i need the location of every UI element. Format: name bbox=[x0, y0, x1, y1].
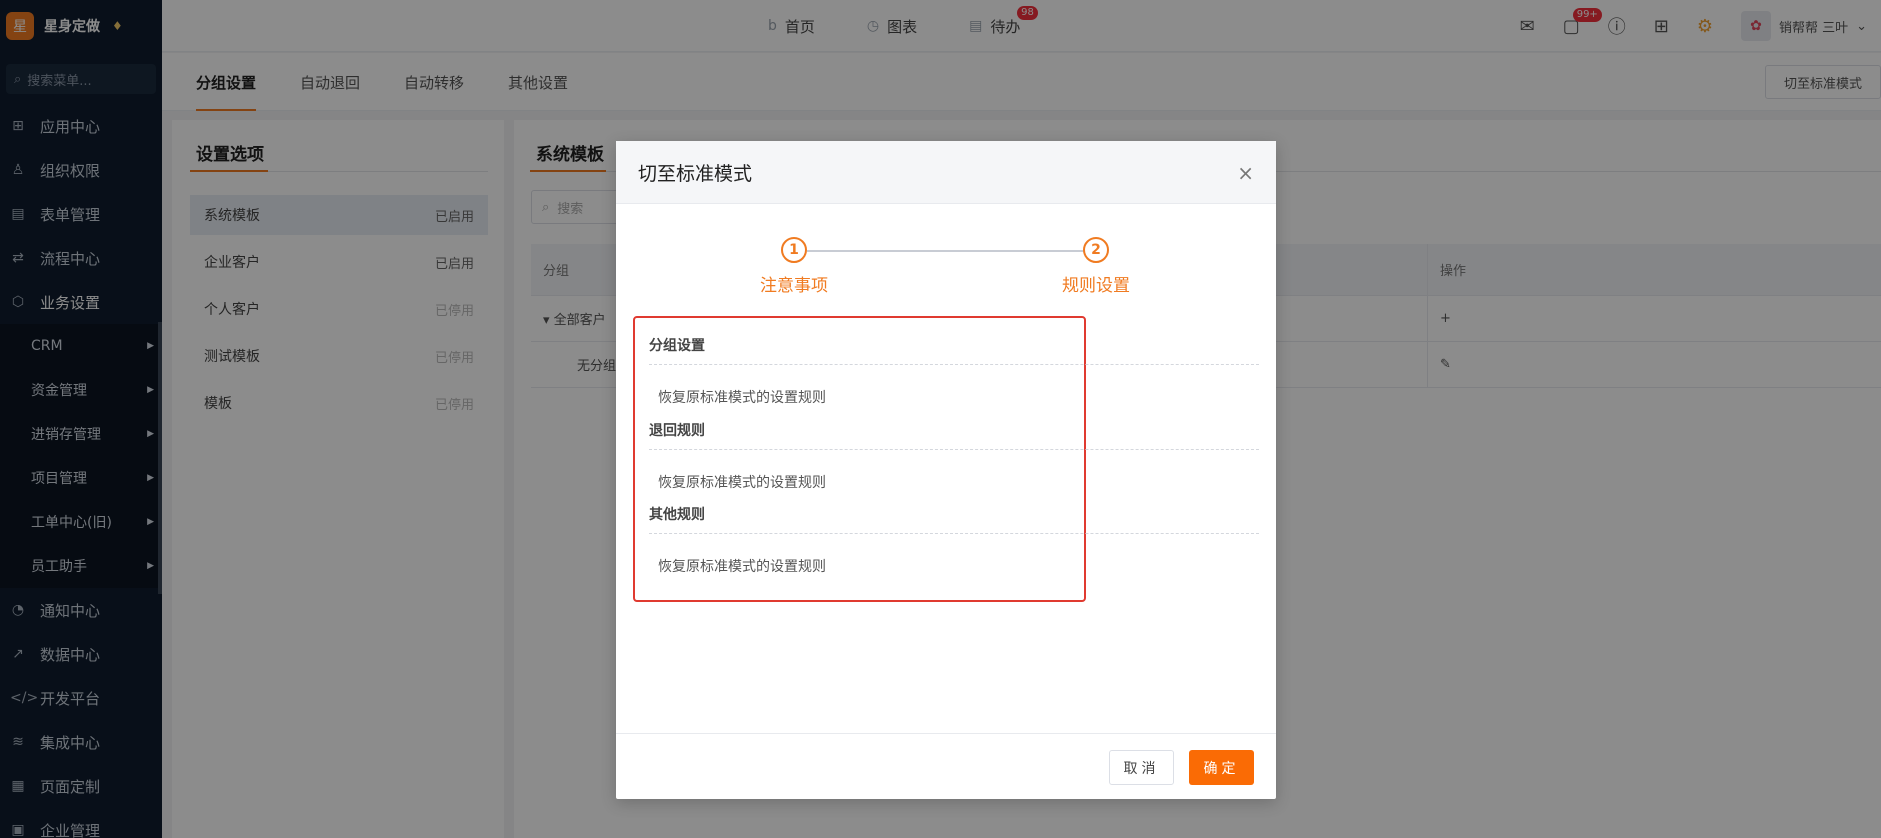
step-number: 1 bbox=[781, 237, 807, 263]
close-icon[interactable]: × bbox=[1237, 161, 1254, 185]
step-1[interactable]: 1 注意事项 bbox=[734, 237, 854, 296]
rule-group: 退回规则 恢复原标准模式的设置规则 bbox=[649, 420, 1259, 492]
dialog-header: 切至标准模式 × bbox=[616, 141, 1276, 204]
rule-desc: 恢复原标准模式的设置规则 bbox=[658, 390, 826, 406]
step-number: 2 bbox=[1083, 237, 1109, 263]
dialog-footer: 取消 确定 bbox=[616, 733, 1276, 799]
step-2[interactable]: 2 规则设置 bbox=[1036, 237, 1156, 296]
rule-title: 退回规则 bbox=[649, 420, 1259, 450]
cancel-button[interactable]: 取消 bbox=[1109, 750, 1174, 785]
switch-mode-dialog: 切至标准模式 × 1 注意事项 2 规则设置 分组设置 恢复原标准模式的设置规则… bbox=[616, 141, 1276, 799]
rule-group: 分组设置 恢复原标准模式的设置规则 bbox=[649, 335, 1259, 407]
confirm-button[interactable]: 确定 bbox=[1189, 750, 1254, 785]
steps: 1 注意事项 2 规则设置 bbox=[616, 237, 1276, 297]
rule-title: 分组设置 bbox=[649, 335, 1259, 365]
dialog-title: 切至标准模式 bbox=[638, 162, 753, 185]
rule-group: 其他规则 恢复原标准模式的设置规则 bbox=[649, 504, 1259, 576]
step-label: 注意事项 bbox=[760, 276, 828, 296]
rule-desc: 恢复原标准模式的设置规则 bbox=[658, 559, 826, 575]
step-label: 规则设置 bbox=[1062, 276, 1130, 296]
rule-title: 其他规则 bbox=[649, 504, 1259, 534]
rule-desc: 恢复原标准模式的设置规则 bbox=[658, 475, 826, 491]
